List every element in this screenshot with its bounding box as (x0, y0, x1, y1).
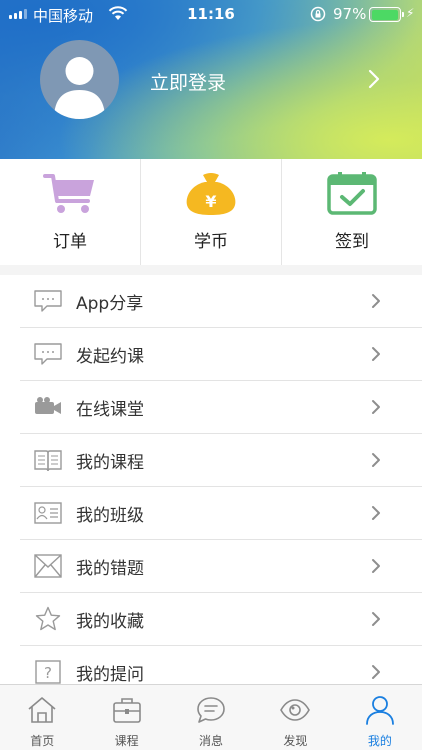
menu-item-label: 在线课堂 (76, 400, 144, 420)
menu-item-label: App分享 (76, 294, 144, 314)
svg-text:¥: ¥ (205, 192, 216, 211)
profile-header: 中国移动 11:16 97% ⚡ 立即登录 (0, 0, 422, 159)
menu-item-label: 我的班级 (76, 506, 144, 526)
calendar-check-icon (327, 172, 377, 215)
menu-item-my-mistakes[interactable]: 我的错题 (0, 540, 422, 593)
menu-item-book-class[interactable]: 发起约课 (0, 328, 422, 381)
chevron-right-icon (372, 665, 380, 679)
chevron-right-icon (372, 506, 380, 520)
menu-item-label: 我的收藏 (76, 612, 144, 632)
menu-item-online-class[interactable]: 在线课堂 (0, 381, 422, 434)
message-icon (197, 697, 225, 723)
tab-label: 首页 (30, 734, 55, 748)
menu-item-my-courses[interactable]: 我的课程 (0, 434, 422, 487)
home-icon (28, 697, 56, 723)
money-bag-icon: ¥ (186, 173, 236, 215)
orientation-lock-icon (310, 6, 326, 26)
menu-item-label: 我的错题 (76, 559, 144, 579)
tab-home[interactable]: 首页 (0, 685, 84, 750)
tab-mine[interactable]: 我的 (338, 685, 422, 750)
shopping-cart-icon (43, 174, 94, 213)
menu-item-my-favorites[interactable]: 我的收藏 (0, 593, 422, 646)
envelope-icon (34, 554, 62, 578)
checkin-button[interactable]: 签到 (281, 159, 422, 265)
menu-item-my-class[interactable]: 我的班级 (0, 487, 422, 540)
status-bar: 中国移动 11:16 97% ⚡ (0, 0, 422, 28)
menu-item-my-questions[interactable]: ? 我的提问 (0, 646, 422, 684)
login-link[interactable]: 立即登录 (150, 68, 226, 95)
chevron-right-icon[interactable] (367, 68, 381, 94)
eye-icon (280, 699, 311, 721)
chat-bubble-icon (34, 290, 62, 312)
quick-action-label: 签到 (335, 232, 369, 252)
chevron-right-icon (372, 612, 380, 626)
briefcase-icon (112, 698, 141, 723)
chat-bubble-icon (34, 343, 62, 365)
quick-actions: 订单 ¥ 学币 签到 (0, 159, 422, 265)
tab-discover[interactable]: 发现 (253, 685, 337, 750)
battery-icon (369, 7, 404, 22)
user-icon (365, 696, 394, 725)
chevron-right-icon (372, 347, 380, 361)
video-camera-icon (35, 397, 61, 414)
chevron-right-icon (372, 294, 380, 308)
tab-messages[interactable]: 消息 (169, 685, 253, 750)
chevron-right-icon (372, 400, 380, 414)
menu-list: App分享 发起约课 在线课堂 我的课程 我的班级 我的错题 我的收藏 ? 我的… (0, 275, 422, 684)
tab-bar: 首页 课程 消息 发现 我的 (0, 684, 422, 750)
tab-label: 消息 (199, 734, 224, 748)
open-book-icon (34, 450, 62, 472)
star-icon (35, 606, 61, 631)
chevron-right-icon (372, 559, 380, 573)
coins-button[interactable]: ¥ 学币 (140, 159, 281, 265)
svg-text:?: ? (44, 664, 52, 682)
avatar[interactable] (40, 40, 119, 119)
menu-item-app-share[interactable]: App分享 (0, 275, 422, 328)
battery-percent: 97% (333, 5, 367, 23)
quick-action-label: 学币 (194, 232, 228, 252)
orders-button[interactable]: 订单 (0, 159, 140, 265)
tab-label: 发现 (283, 734, 308, 748)
menu-item-label: 我的课程 (76, 453, 144, 473)
tab-label: 我的 (367, 734, 392, 748)
menu-item-label: 我的提问 (76, 665, 144, 684)
menu-item-label: 发起约课 (76, 347, 144, 367)
id-card-icon (34, 502, 62, 524)
charging-bolt-icon: ⚡ (406, 6, 415, 20)
tab-label: 课程 (114, 734, 139, 748)
question-icon: ? (35, 660, 61, 684)
chevron-right-icon (372, 453, 380, 467)
tab-courses[interactable]: 课程 (84, 685, 168, 750)
quick-action-label: 订单 (53, 232, 87, 252)
